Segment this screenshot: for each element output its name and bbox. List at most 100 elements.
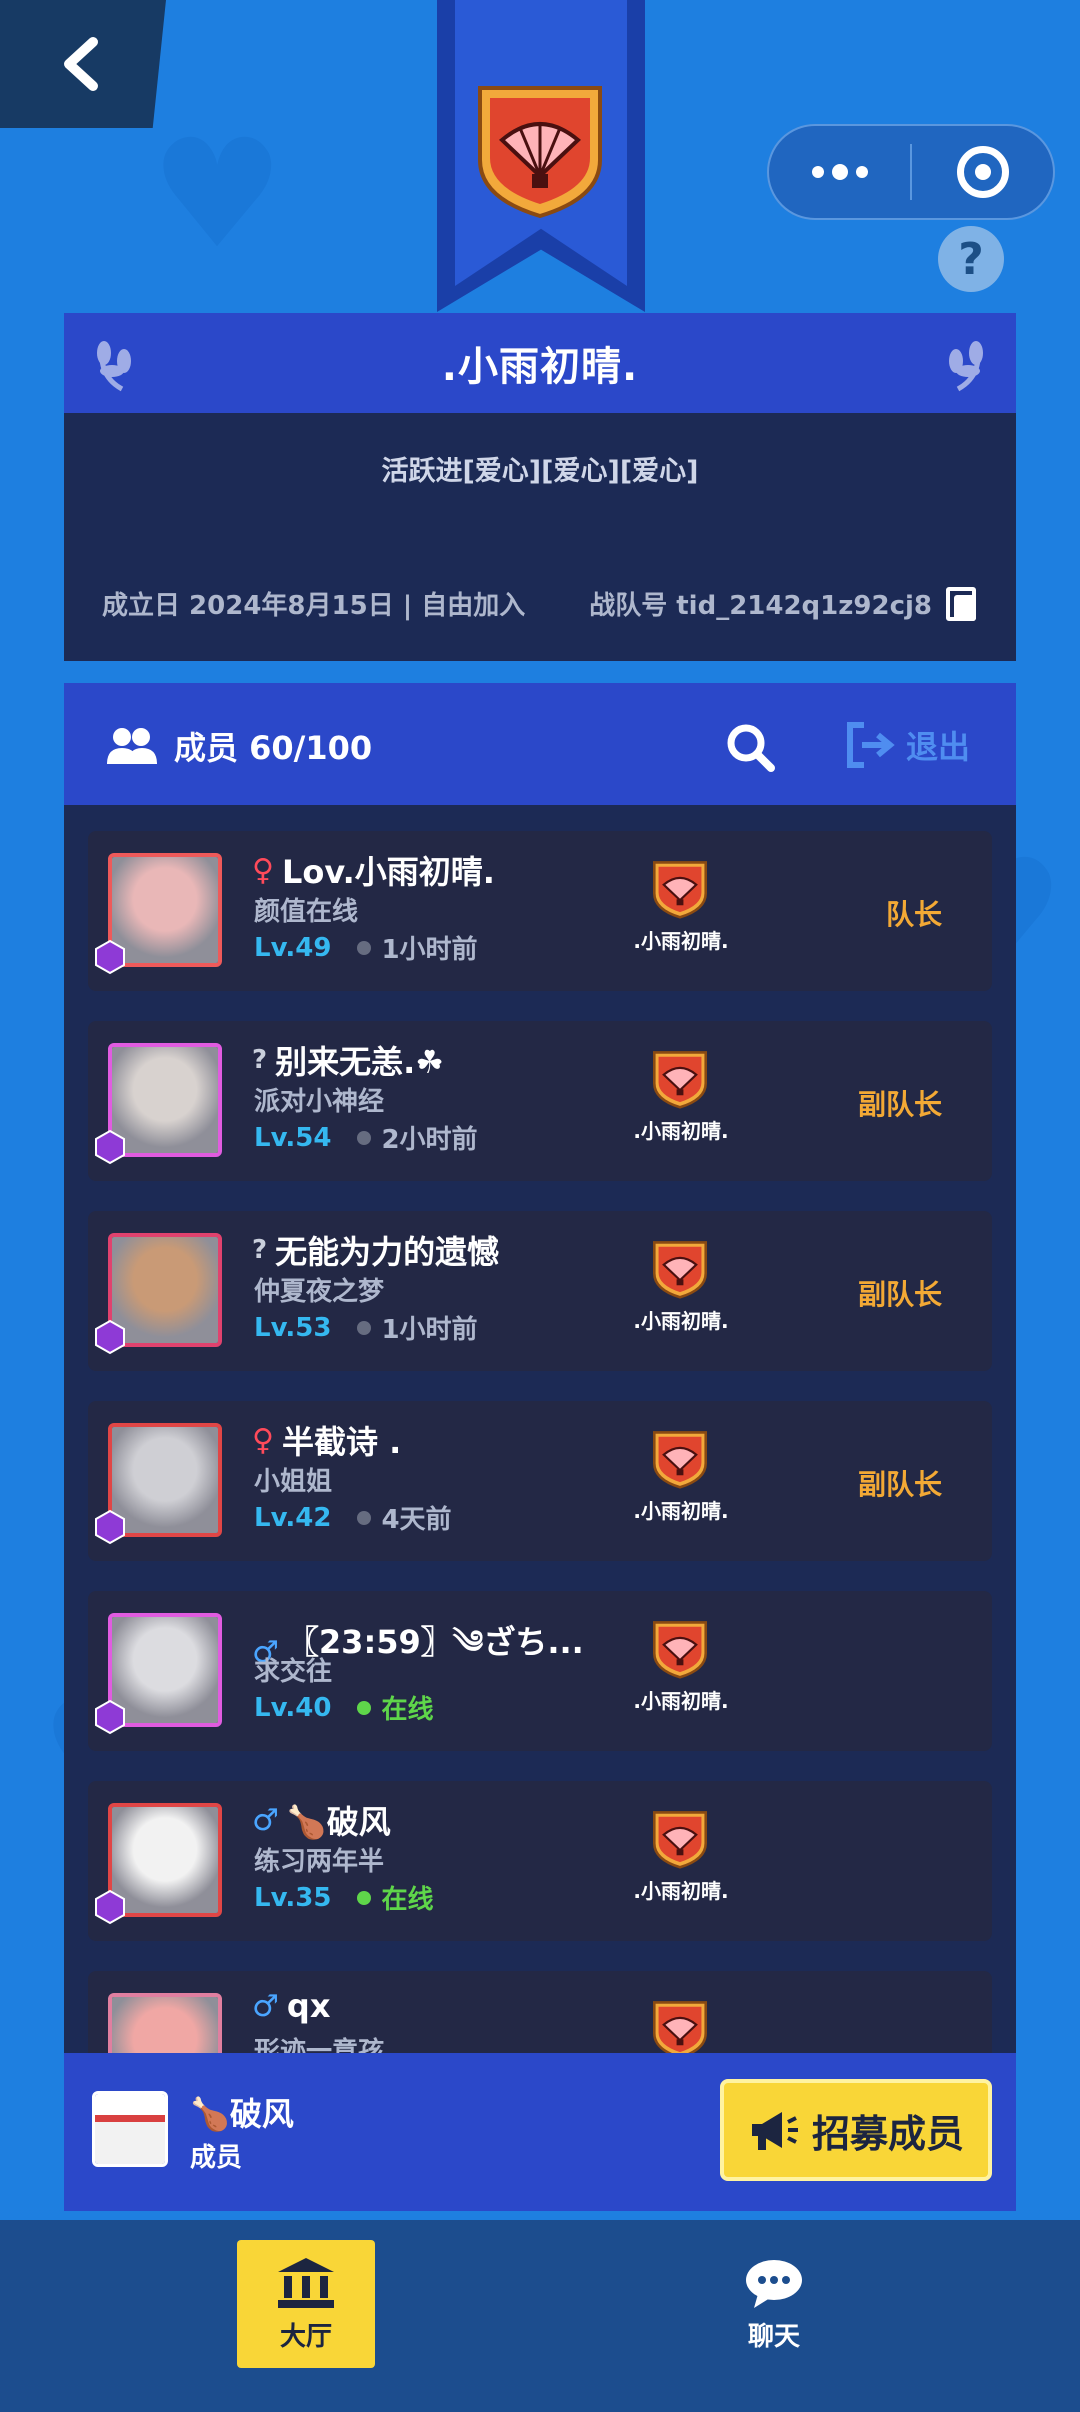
close-miniprogram-button[interactable]	[912, 126, 1053, 218]
member-status: 1小时前	[357, 1309, 478, 1346]
more-dots-icon	[811, 164, 868, 180]
team-name: .小雨初晴.	[441, 344, 639, 390]
member-row[interactable]: ♂ 〖23:59〗༄ざち... 求交往 Lv.40 在线 .小雨初晴.	[88, 1591, 992, 1751]
status-dot-icon	[357, 940, 372, 955]
member-status: 在线	[357, 1879, 433, 1916]
back-button[interactable]	[0, 0, 166, 128]
team-info-card: 活跃进[爱心][爱心][爱心] 成立日 2024年8月15日 | 自由加入 战队…	[64, 413, 1016, 661]
member-name: 无能为力的遗憾	[275, 1233, 500, 1271]
member-role: 副队长	[857, 1278, 942, 1311]
member-row[interactable]: ♂ 🍗破风 练习两年半 Lv.35 在线 .小雨初晴.	[88, 1781, 992, 1941]
status-dot-icon	[357, 1320, 372, 1335]
miniprogram-capsule	[767, 124, 1055, 220]
team-emblem-fan-icon	[653, 1051, 707, 1109]
member-team-name: .小雨初晴.	[633, 1689, 729, 1713]
member-title: 形迹一意孩	[254, 2037, 385, 2053]
status-dot-icon	[357, 1890, 372, 1905]
exit-label: 退出	[906, 728, 971, 766]
member-name: qx	[286, 1987, 331, 2025]
member-status: 1小时前	[357, 929, 478, 966]
members-title: 成员 60/100	[106, 723, 372, 769]
team-id[interactable]: 战队号 tid_2142q1z92cj8	[589, 585, 978, 622]
recruit-label: 招募成员	[811, 2111, 964, 2156]
member-team-name: .小雨初晴.	[633, 1499, 729, 1523]
member-team-name: .小雨初晴.	[633, 1309, 729, 1333]
member-team-name: .小雨初晴.	[633, 1119, 729, 1143]
avatar[interactable]	[108, 1993, 222, 2053]
tab-lobby-label: 大厅	[279, 2321, 332, 2352]
rank-badge-icon	[95, 1699, 125, 1735]
copy-icon[interactable]	[946, 586, 978, 621]
member-title: 仲夏夜之梦	[254, 1277, 385, 1307]
more-button[interactable]	[769, 126, 910, 218]
gender-icon: ♀	[252, 852, 274, 888]
member-role: 队长	[885, 898, 942, 931]
member-level: Lv.42	[254, 1502, 332, 1533]
team-emblem-fan-icon	[653, 861, 707, 919]
team-header: .小雨初晴.	[64, 313, 1016, 413]
gender-icon: ?	[252, 1045, 268, 1075]
gender-icon: ♂	[252, 1988, 279, 2024]
gender-icon: ♀	[252, 1422, 274, 1458]
member-team-name: .小雨初晴.	[633, 1879, 729, 1903]
hall-building-icon	[278, 2257, 334, 2308]
rank-badge-icon	[95, 1319, 125, 1355]
laurel-icon	[97, 341, 131, 392]
megaphone-icon	[751, 2112, 798, 2150]
member-level: Lv.53	[254, 1312, 332, 1343]
self-bar: 🍗破风 成员 招募成员	[64, 2053, 1016, 2211]
member-name: 别来无恙.☘︎	[275, 1043, 444, 1081]
team-emblem-fan-icon	[653, 2001, 707, 2053]
help-button[interactable]: ?	[938, 226, 1004, 292]
member-role: 副队长	[857, 1468, 942, 1501]
member-row[interactable]: ♀ Lov.小雨初晴. 颜值在线 Lv.49 1小时前 .小雨初晴. 队长	[88, 831, 992, 991]
tab-lobby[interactable]: 大厅	[237, 2240, 375, 2368]
member-row[interactable]: ? 别来无恙.☘︎ 派对小神经 Lv.54 2小时前 .小雨初晴. 副队长	[88, 1021, 992, 1181]
tab-chat[interactable]: 聊天	[705, 2240, 843, 2368]
member-level: Lv.54	[254, 1122, 332, 1153]
chat-bubble-icon	[746, 2259, 802, 2308]
gender-icon: ♂	[252, 1802, 279, 1838]
recruit-members-button[interactable]: 招募成员	[720, 2079, 992, 2181]
member-team-name: .小雨初晴.	[633, 929, 729, 953]
member-level: Lv.35	[254, 1882, 332, 1913]
team-emblem-fan-icon	[653, 1621, 707, 1679]
member-list[interactable]: ♀ Lov.小雨初晴. 颜值在线 Lv.49 1小时前 .小雨初晴. 队长 ? …	[64, 805, 1016, 2053]
laurel-icon	[949, 341, 983, 392]
self-role: 成员	[190, 2143, 243, 2173]
bottom-tab-bar: 大厅 聊天	[0, 2220, 1080, 2412]
rank-badge-icon	[95, 1509, 125, 1545]
member-row[interactable]: ♀ 半截诗 . 小姐姐 Lv.42 4天前 .小雨初晴. 副队长	[88, 1401, 992, 1561]
members-header: 成员 60/100 退出	[64, 683, 1016, 805]
member-level: Lv.40	[254, 1692, 332, 1723]
member-status: 4天前	[357, 1499, 452, 1536]
member-status: 2小时前	[357, 1119, 478, 1156]
rank-badge-icon	[95, 939, 125, 975]
background-heart-shape: ♥	[150, 108, 285, 282]
exit-icon	[847, 722, 895, 768]
team-emblem-fan-icon	[653, 1811, 707, 1869]
members-count: 成员 60/100	[174, 729, 373, 767]
team-id-text: 战队号 tid_2142q1z92cj8	[589, 591, 932, 621]
chevron-left-icon	[64, 37, 98, 91]
member-role: 副队长	[857, 1088, 942, 1121]
status-dot-icon	[357, 1510, 372, 1525]
status-dot-icon	[357, 1130, 372, 1145]
member-name: 🍗破风	[286, 1803, 391, 1841]
question-icon: ?	[958, 233, 984, 285]
rank-badge-icon	[95, 1889, 125, 1925]
team-motto: 活跃进[爱心][爱心][爱心]	[381, 456, 699, 487]
member-title: 颜值在线	[254, 897, 359, 927]
search-icon[interactable]	[724, 721, 776, 773]
team-founded-date: 成立日 2024年8月15日 | 自由加入	[102, 591, 526, 621]
member-title: 小姐姐	[254, 1467, 333, 1497]
self-avatar[interactable]	[92, 2091, 168, 2167]
self-name: 🍗破风	[190, 2095, 294, 2133]
members-icon	[107, 728, 157, 764]
team-emblem-fan-icon	[653, 1241, 707, 1299]
member-level: Lv.49	[254, 932, 332, 963]
exit-team-button[interactable]: 退出	[846, 721, 970, 769]
member-row[interactable]: ? 无能为力的遗憾 仲夏夜之梦 Lv.53 1小时前 .小雨初晴. 副队长	[88, 1211, 992, 1371]
member-row[interactable]: ♂ qx 形迹一意孩	[88, 1971, 992, 2053]
member-title: 求交往	[254, 1657, 333, 1687]
